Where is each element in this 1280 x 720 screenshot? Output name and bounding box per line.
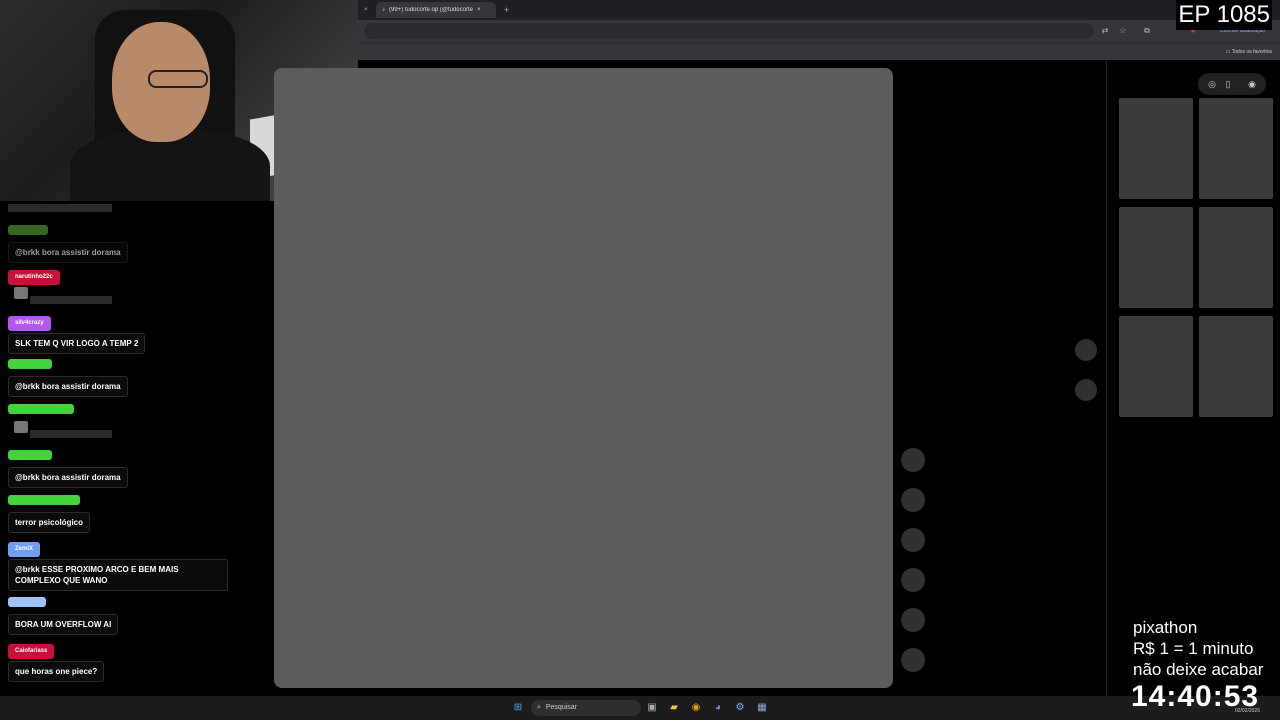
phone-icon[interactable]: ▯ [1222, 78, 1234, 90]
compass-icon[interactable]: ◎ [1206, 78, 1218, 90]
chat-message: terror psicológico [8, 492, 91, 533]
browser-toolbar: ⇄ ☆ ⧉ ● Concluir atualização [358, 20, 1280, 42]
tiktok-icon: ♪ [382, 7, 385, 13]
pixathon-cta: não deixe acabar [1133, 660, 1264, 679]
chat-username: silv4crazy [8, 316, 51, 331]
address-bar[interactable] [364, 23, 1094, 39]
chat-text: que horas one piece? [8, 661, 105, 682]
chrome-icon[interactable]: ◉ [689, 701, 703, 715]
all-bookmarks-label: Todos os favoritos [1231, 49, 1272, 55]
translate-icon[interactable]: ⇄ [1100, 26, 1110, 36]
video-thumbnail[interactable] [1119, 98, 1193, 199]
chat-text: SLK TEM Q VIR LOGO A TEMP 2 [8, 333, 146, 354]
pixathon-info: pixathon R$ 1 = 1 minuto não deixe acaba… [1133, 617, 1263, 680]
chat-message: @brkk bora assistir dorama [8, 356, 128, 397]
previous-video-button[interactable] [1075, 339, 1097, 361]
video-thumbnail[interactable] [1199, 316, 1273, 417]
settings-icon[interactable]: ⚙ [733, 701, 747, 715]
chat-text: terror psicológico [8, 512, 91, 533]
glasses [148, 70, 208, 88]
extensions-icon[interactable]: ⧉ [1142, 26, 1152, 36]
chat-text: @brkk bora assistir dorama [8, 376, 128, 397]
video-thumbnail[interactable] [1119, 207, 1193, 308]
chat-text: @brkk bora assistir dorama [8, 467, 128, 488]
pixathon-rate: R$ 1 = 1 minuto [1133, 639, 1254, 658]
panel-divider [1106, 60, 1107, 696]
tab-strip: × ♪ (99+) tudocorte.op (@tudocorte × + [358, 0, 1280, 20]
chat-divider [30, 296, 112, 304]
video-thumbnail[interactable] [1119, 316, 1193, 417]
chat-message: Caiofariass que horas one piece? [8, 639, 105, 682]
chat-message: @brkk bora assistir dorama [8, 447, 128, 488]
chat-username [8, 597, 46, 607]
chat-divider [8, 204, 112, 212]
next-video-button[interactable] [1075, 379, 1097, 401]
chat-emote [14, 287, 28, 299]
chat-username [8, 495, 80, 505]
chat-username [8, 404, 74, 414]
pixathon-title: pixathon [1133, 618, 1198, 637]
chat-username: Caiofariass [8, 644, 55, 659]
chat-emote [14, 421, 28, 433]
chat-message: silv4crazy SLK TEM Q VIR LOGO A TEMP 2 [8, 311, 146, 354]
task-view-icon[interactable]: ▣ [645, 701, 659, 715]
all-bookmarks-button[interactable]: ▭ Todos os favoritos [1226, 46, 1272, 58]
chat-username [8, 225, 48, 235]
chat-username: narutinho22c [8, 270, 60, 285]
stream-timer: 14:40:53 [1131, 680, 1260, 713]
comment-button[interactable] [901, 488, 925, 512]
page-top-actions: ◎ ▯ ◉ [1198, 73, 1266, 95]
save-button[interactable] [901, 528, 925, 552]
video-player[interactable] [274, 68, 893, 688]
taskbar-search[interactable]: ⌕ Pesquisar [531, 700, 641, 716]
chat-message: @brkk bora assistir dorama [8, 222, 128, 263]
repost-button[interactable] [901, 608, 925, 632]
tab-active[interactable]: ♪ (99+) tudocorte.op (@tudocorte × [376, 2, 496, 18]
video-thumbnail[interactable] [1199, 207, 1273, 308]
tab-title: (99+) tudocorte.op (@tudocorte [389, 7, 473, 13]
chat-username: ZemiX [8, 542, 41, 557]
chat-divider [30, 430, 112, 438]
chat-text: BORA UM OVERFLOW AI [8, 614, 119, 635]
episode-label: EP 1085 [1176, 0, 1272, 30]
tab-close-button[interactable]: × [358, 2, 378, 18]
video-thumbnail[interactable] [1199, 98, 1273, 199]
share-button[interactable] [901, 568, 925, 592]
windows-start-icon[interactable]: ⊞ [511, 701, 525, 715]
chat-message: narutinho22c [8, 265, 60, 299]
chat-message [8, 401, 74, 433]
bookmark-star-icon[interactable]: ☆ [1118, 26, 1128, 36]
discord-icon[interactable]: ◕ [711, 701, 725, 715]
chat-username [8, 359, 52, 369]
calculator-icon[interactable]: ▦ [755, 701, 769, 715]
new-tab-button[interactable]: + [498, 2, 512, 18]
search-icon: ⌕ [537, 704, 541, 711]
avatar[interactable]: ◉ [1246, 78, 1258, 90]
chat-text: @brkk ESSE PROXIMO ARCO E BEM MAIS COMPL… [8, 559, 228, 591]
tab-close-icon[interactable]: × [477, 7, 481, 13]
like-button[interactable] [901, 448, 925, 472]
folder-icon: ▭ [1225, 49, 1231, 55]
windows-taskbar: ⊞ ⌕ Pesquisar ▣ ▰ ◉ ◕ ⚙ ▦ 02/02/2026 [0, 696, 1280, 720]
chat-message: BORA UM OVERFLOW AI [8, 594, 119, 635]
file-explorer-icon[interactable]: ▰ [667, 701, 681, 715]
search-placeholder: Pesquisar [545, 704, 578, 711]
chat-text: @brkk bora assistir dorama [8, 242, 128, 263]
chat-username [8, 450, 52, 460]
chat-message: ZemiX @brkk ESSE PROXIMO ARCO E BEM MAIS… [8, 537, 228, 591]
bookmarks-bar: ▭ Todos os favoritos [358, 42, 1280, 61]
more-button[interactable] [901, 648, 925, 672]
